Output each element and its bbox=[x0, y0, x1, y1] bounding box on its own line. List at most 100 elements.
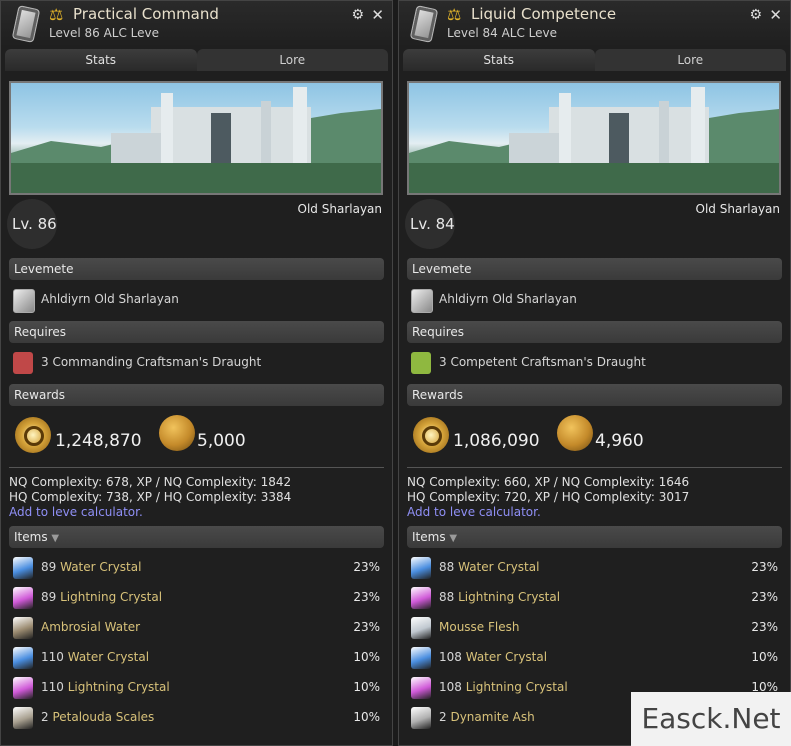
item-quantity: 89 bbox=[41, 590, 61, 604]
item-label[interactable]: Mousse Flesh bbox=[439, 620, 519, 634]
item-row[interactable]: Ambrosial Water 23% bbox=[11, 615, 382, 641]
xp-reward: 1,248,870 bbox=[55, 431, 142, 451]
panel-subtitle: Level 86 ALC Leve bbox=[49, 26, 160, 40]
tab-bar: Stats Lore bbox=[5, 49, 388, 71]
rewards-row: 1,248,870 5,000 bbox=[9, 411, 379, 455]
item-row[interactable]: 110 Water Crystal 10% bbox=[11, 645, 382, 671]
item-label[interactable]: 88 Water Crystal bbox=[439, 560, 539, 574]
lightning-crystal-icon bbox=[13, 677, 33, 699]
requires-item[interactable]: 3 Commanding Craftsman's Draught bbox=[41, 355, 261, 369]
item-row[interactable]: Mousse Flesh 23% bbox=[409, 615, 780, 641]
item-label[interactable]: Ambrosial Water bbox=[41, 620, 140, 634]
item-name[interactable]: Lightning Crystal bbox=[68, 680, 170, 694]
requires-row[interactable]: 3 Commanding Craftsman's Draught bbox=[11, 350, 382, 376]
items-header[interactable]: Items ▼ bbox=[407, 526, 782, 548]
gear-icon[interactable]: ⚙ bbox=[351, 7, 364, 23]
item-quantity: 88 bbox=[439, 560, 459, 574]
experience-icon bbox=[413, 417, 449, 453]
gil-coin-icon bbox=[159, 415, 195, 451]
item-name[interactable]: Lightning Crystal bbox=[60, 590, 162, 604]
item-name[interactable]: Dynamite Ash bbox=[450, 710, 534, 724]
leve-card-icon bbox=[13, 289, 35, 313]
item-row[interactable]: 89 Lightning Crystal 23% bbox=[11, 585, 382, 611]
items-header-label: Items bbox=[14, 530, 48, 544]
item-name[interactable]: Water Crystal bbox=[458, 560, 539, 574]
item-row[interactable]: 89 Water Crystal 23% bbox=[11, 555, 382, 581]
item-label[interactable]: 89 Lightning Crystal bbox=[41, 590, 162, 604]
gil-reward: 4,960 bbox=[595, 431, 644, 451]
nq-complexity: NQ Complexity: 678, XP / NQ Complexity: … bbox=[9, 475, 292, 489]
xp-reward: 1,086,090 bbox=[453, 431, 540, 451]
item-name[interactable]: Lightning Crystal bbox=[466, 680, 568, 694]
item-row[interactable]: 88 Water Crystal 23% bbox=[409, 555, 780, 581]
item-quantity: 2 bbox=[439, 710, 451, 724]
levemete-row[interactable]: Ahldiyrn Old Sharlayan bbox=[409, 287, 780, 313]
item-label[interactable]: 88 Lightning Crystal bbox=[439, 590, 560, 604]
item-name[interactable]: Lightning Crystal bbox=[458, 590, 560, 604]
item-label[interactable]: 108 Lightning Crystal bbox=[439, 680, 568, 694]
item-label[interactable]: 89 Water Crystal bbox=[41, 560, 141, 574]
item-name[interactable]: Petalouda Scales bbox=[52, 710, 154, 724]
item-name[interactable]: Mousse Flesh bbox=[439, 620, 519, 634]
rewards-header: Rewards bbox=[407, 384, 782, 406]
item-row[interactable]: 110 Lightning Crystal 10% bbox=[11, 675, 382, 701]
item-probability: 23% bbox=[751, 590, 778, 604]
item-name[interactable]: Water Crystal bbox=[60, 560, 141, 574]
rewards-header: Rewards bbox=[9, 384, 384, 406]
item-label[interactable]: 2 Dynamite Ash bbox=[439, 710, 535, 724]
gear-icon[interactable]: ⚙ bbox=[749, 7, 762, 23]
levemete-row[interactable]: Ahldiyrn Old Sharlayan bbox=[11, 287, 382, 313]
leve-calculator-link[interactable]: Add to leve calculator. bbox=[407, 505, 541, 519]
rewards-row: 1,086,090 4,960 bbox=[407, 411, 777, 455]
panel-header: ⚖ Liquid Competence Level 84 ALC Leve ⚙ … bbox=[399, 1, 790, 47]
panel-title: Liquid Competence bbox=[471, 5, 617, 23]
close-icon[interactable]: ✕ bbox=[769, 6, 782, 24]
item-name[interactable]: Water Crystal bbox=[68, 650, 149, 664]
divider bbox=[9, 467, 384, 468]
filter-caret-icon[interactable]: ▼ bbox=[51, 533, 59, 544]
leve-type-icon: ⚖ bbox=[49, 5, 64, 24]
region-label: Old Sharlayan bbox=[297, 202, 382, 216]
tab-bar: Stats Lore bbox=[403, 49, 786, 71]
water-crystal-icon bbox=[411, 647, 431, 669]
item-name[interactable]: Water Crystal bbox=[466, 650, 547, 664]
levemete-name[interactable]: Ahldiyrn Old Sharlayan bbox=[41, 292, 179, 306]
items-header[interactable]: Items ▼ bbox=[9, 526, 384, 548]
petalouda-scales-icon bbox=[13, 707, 33, 729]
tab-lore[interactable]: Lore bbox=[594, 49, 786, 71]
item-row[interactable]: 2 Petalouda Scales 10% bbox=[11, 705, 382, 731]
item-row[interactable]: 108 Water Crystal 10% bbox=[409, 645, 780, 671]
item-label[interactable]: 110 Lightning Crystal bbox=[41, 680, 170, 694]
levemete-name[interactable]: Ahldiyrn Old Sharlayan bbox=[439, 292, 577, 306]
item-label[interactable]: 108 Water Crystal bbox=[439, 650, 547, 664]
tab-lore[interactable]: Lore bbox=[196, 49, 388, 71]
requires-item[interactable]: 3 Competent Craftsman's Draught bbox=[439, 355, 646, 369]
leve-calculator-link[interactable]: Add to leve calculator. bbox=[9, 505, 143, 519]
tab-stats[interactable]: Stats bbox=[5, 49, 197, 71]
panel-title: Practical Command bbox=[73, 5, 219, 23]
location-banner-image bbox=[9, 81, 383, 195]
panel-subtitle: Level 84 ALC Leve bbox=[447, 26, 558, 40]
mousse-flesh-icon bbox=[411, 617, 431, 639]
divider bbox=[407, 467, 782, 468]
nq-complexity: NQ Complexity: 660, XP / NQ Complexity: … bbox=[407, 475, 690, 489]
item-name[interactable]: Ambrosial Water bbox=[41, 620, 140, 634]
level-label: Lv. 84 bbox=[410, 215, 455, 233]
lightning-crystal-icon bbox=[411, 677, 431, 699]
leve-panel-2: ⚖ Liquid Competence Level 84 ALC Leve ⚙ … bbox=[398, 0, 791, 746]
location-banner-image bbox=[407, 81, 781, 195]
item-label[interactable]: 110 Water Crystal bbox=[41, 650, 149, 664]
close-icon[interactable]: ✕ bbox=[371, 6, 384, 24]
requires-row[interactable]: 3 Competent Craftsman's Draught bbox=[409, 350, 780, 376]
experience-icon bbox=[15, 417, 51, 453]
item-quantity: 108 bbox=[439, 680, 466, 694]
item-label[interactable]: 2 Petalouda Scales bbox=[41, 710, 154, 724]
levemete-header: Levemete bbox=[9, 258, 384, 280]
leve-panel-1: ⚖ Practical Command Level 86 ALC Leve ⚙ … bbox=[0, 0, 393, 746]
tab-stats[interactable]: Stats bbox=[403, 49, 595, 71]
filter-caret-icon[interactable]: ▼ bbox=[449, 533, 457, 544]
item-probability: 10% bbox=[751, 650, 778, 664]
requires-header: Requires bbox=[407, 321, 782, 343]
watermark: Easck.Net bbox=[631, 692, 791, 746]
item-row[interactable]: 88 Lightning Crystal 23% bbox=[409, 585, 780, 611]
